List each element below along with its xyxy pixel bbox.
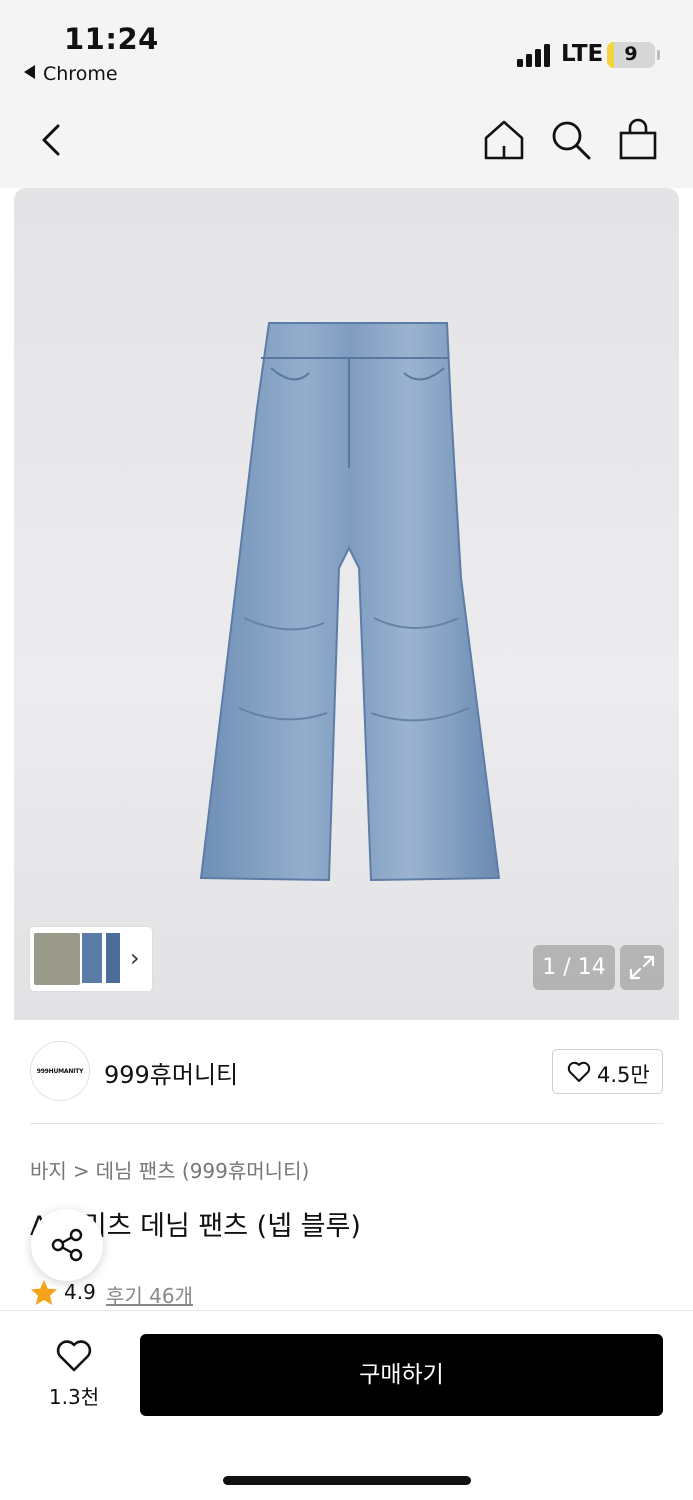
heart-icon xyxy=(56,1340,92,1372)
back-to-app-link[interactable]: Chrome xyxy=(24,63,118,85)
status-bar: 11:24 Chrome LTE 9 xyxy=(0,0,693,110)
battery-level: 9 xyxy=(624,43,638,65)
top-nav-bar xyxy=(0,110,693,188)
brand-like-count: 4.5만 xyxy=(597,1063,650,1087)
home-icon[interactable] xyxy=(482,118,526,162)
share-button[interactable] xyxy=(31,1209,103,1281)
bottom-action-bar: 1.3천 구매하기 xyxy=(0,1310,693,1500)
battery-icon: 9 xyxy=(607,42,655,68)
brand-logo-text: 999HUMANITY xyxy=(36,1067,84,1075)
divider xyxy=(30,1123,663,1124)
image-counter: 1 / 14 xyxy=(533,945,615,990)
rating-score: 4.9 xyxy=(64,1280,96,1304)
brand-logo[interactable]: 999HUMANITY xyxy=(30,1041,90,1101)
breadcrumb-item-category[interactable]: 바지 xyxy=(30,1159,67,1183)
star-icon xyxy=(31,1280,57,1305)
buy-button[interactable]: 구매하기 xyxy=(140,1334,663,1416)
brand-like-button[interactable]: 4.5만 xyxy=(552,1049,663,1094)
share-icon xyxy=(51,1228,83,1262)
home-indicator xyxy=(223,1476,471,1485)
bag-icon[interactable] xyxy=(616,118,660,162)
back-icon[interactable] xyxy=(30,118,74,162)
brand-name[interactable]: 999휴머니티 xyxy=(104,1055,238,1090)
battery-cap xyxy=(657,50,660,60)
heart-icon xyxy=(567,1061,591,1082)
thumbnail-1[interactable] xyxy=(34,933,80,985)
gallery-thumbnail-strip[interactable]: › xyxy=(30,927,152,991)
expand-icon[interactable] xyxy=(620,945,664,990)
signal-icon xyxy=(517,43,553,67)
thumbnail-more-chevron-icon[interactable]: › xyxy=(130,944,140,972)
breadcrumb: 바지 > 데님 팬츠 (999휴머니티) xyxy=(30,1155,309,1184)
network-type: LTE xyxy=(561,41,604,67)
search-icon[interactable] xyxy=(549,118,593,162)
thumbnail-2[interactable] xyxy=(82,933,102,983)
wishlist-count: 1.3천 xyxy=(48,1385,100,1409)
product-image-gallery[interactable]: › 1 / 14 xyxy=(14,188,679,1020)
reviews-link[interactable]: 후기 46개 xyxy=(106,1280,193,1309)
thumbnail-3[interactable] xyxy=(106,933,120,983)
breadcrumb-separator: > xyxy=(72,1159,90,1183)
product-image-jeans xyxy=(199,322,501,882)
breadcrumb-item-subcategory[interactable]: 데님 팬츠 (999휴머니티) xyxy=(96,1159,310,1183)
back-app-label: Chrome xyxy=(43,63,118,85)
wishlist-button[interactable]: 1.3천 xyxy=(46,1339,102,1411)
back-triangle-icon xyxy=(24,65,35,79)
status-time: 11:24 xyxy=(64,22,159,56)
